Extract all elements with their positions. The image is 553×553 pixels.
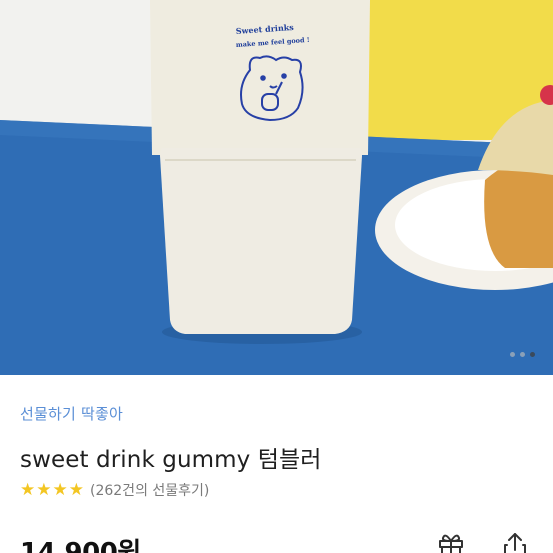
share-icon [504,533,526,553]
product-tag[interactable]: 선물하기 딱좋아 [20,403,123,424]
product-image-carousel[interactable]: Sweet drinks make me feel good ! [0,0,553,375]
carousel-dot[interactable] [510,352,515,357]
carousel-indicator [510,352,535,357]
star-icon: ★ [52,479,68,500]
gift-button[interactable] [436,530,466,553]
rating-row[interactable]: ★ ★ ★ ★ (262건의 선물후기) [20,480,209,500]
product-title: sweet drink gummy 텀블러 [20,447,322,473]
star-rating: ★ ★ ★ ★ [20,479,84,500]
star-icon: ★ [68,479,84,500]
product-photo: Sweet drinks make me feel good ! [0,0,553,375]
product-price: 14,900원 [20,538,141,553]
gift-icon [439,534,463,553]
star-icon: ★ [20,479,36,500]
share-button[interactable] [500,530,530,553]
carousel-dot-active[interactable] [530,352,535,357]
star-icon: ★ [36,479,52,500]
carousel-dot[interactable] [520,352,525,357]
review-count[interactable]: (262건의 선물후기) [90,480,209,500]
